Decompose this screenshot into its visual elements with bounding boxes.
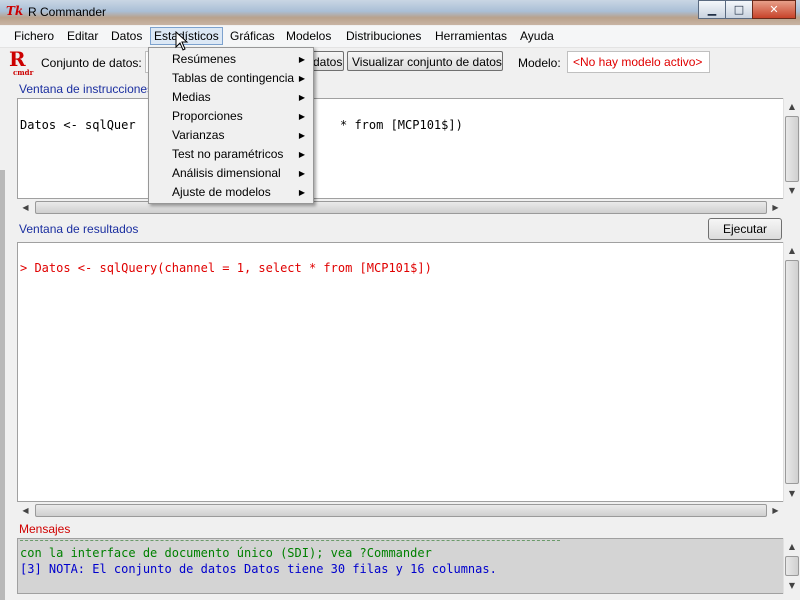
message-line: con la interface de documento único (SDI… [20, 546, 432, 560]
output-window[interactable]: > Datos <- sqlQuery(channel = 1, select … [17, 242, 784, 502]
script-vscroll[interactable]: ▲ ▼ [783, 98, 800, 199]
menu-item-label: Análisis dimensional [172, 166, 281, 180]
scroll-up-icon[interactable]: ▲ [784, 242, 800, 259]
menu-graficas[interactable]: Gráficas [227, 28, 278, 44]
title-bar: Tk R Commander ▁ □ ✕ [0, 0, 800, 25]
output-hscroll[interactable]: ◀ ▶ [17, 502, 784, 519]
scroll-down-icon[interactable]: ▼ [784, 182, 800, 199]
script-line-start: Datos <- sqlQuer [20, 118, 136, 132]
menu-item-label: Ajuste de modelos [172, 185, 271, 199]
view-dataset-button[interactable]: Visualizar conjunto de datos [347, 51, 503, 71]
submenu-arrow-icon: ▶ [298, 150, 305, 159]
messages-hscroll[interactable] [17, 594, 784, 600]
toolbar: R cmdr Conjunto de datos: datos Visualiz… [0, 47, 800, 79]
menu-item-label: Varianzas [172, 128, 225, 142]
menu-distribuciones[interactable]: Distribuciones [343, 28, 424, 44]
menu-datos[interactable]: Datos [108, 28, 145, 44]
stats-dropdown-menu: Resúmenes ▶ Tablas de contingencia ▶ Med… [148, 47, 314, 204]
note-line: [3] NOTA: El conjunto de datos Datos tie… [20, 562, 497, 576]
scroll-thumb[interactable] [785, 556, 799, 576]
stats-menu-no-parametricos[interactable]: Test no paramétricos ▶ [149, 145, 313, 164]
dataset-label: Conjunto de datos: [41, 56, 142, 70]
stats-menu-proporciones[interactable]: Proporciones ▶ [149, 107, 313, 126]
stats-menu-medias[interactable]: Medias ▶ [149, 88, 313, 107]
stats-menu-analisis-dimensional[interactable]: Análisis dimensional ▶ [149, 164, 313, 183]
window-controls: ▁ □ ✕ [698, 0, 796, 19]
scroll-right-icon[interactable]: ▶ [767, 199, 784, 216]
scroll-up-icon[interactable]: ▲ [784, 538, 800, 555]
submenu-arrow-icon: ▶ [298, 93, 305, 102]
menu-editar[interactable]: Editar [64, 28, 101, 44]
scroll-up-icon[interactable]: ▲ [784, 98, 800, 115]
scroll-thumb[interactable] [785, 260, 799, 484]
script-hscroll[interactable]: ◀ ▶ [17, 199, 784, 216]
submenu-arrow-icon: ▶ [298, 188, 305, 197]
menu-item-label: Tablas de contingencia [172, 71, 295, 85]
menu-herramientas[interactable]: Herramientas [432, 28, 510, 44]
submenu-arrow-icon: ▶ [298, 74, 305, 83]
maximize-icon[interactable]: □ [725, 0, 753, 19]
scroll-thumb[interactable] [35, 504, 767, 517]
model-label: Modelo: [518, 56, 561, 70]
submenu-arrow-icon: ▶ [298, 169, 305, 178]
minimize-icon[interactable]: ▁ [698, 0, 726, 19]
menu-item-label: Medias [172, 90, 211, 104]
submenu-arrow-icon: ▶ [298, 55, 305, 64]
messages-window[interactable]: con la interface de documento único (SDI… [17, 538, 784, 594]
stats-menu-varianzas[interactable]: Varianzas ▶ [149, 126, 313, 145]
window-title: R Commander [28, 5, 107, 19]
close-icon[interactable]: ✕ [752, 0, 796, 19]
menu-item-label: Resúmenes [172, 52, 237, 66]
menu-item-label: Proporciones [172, 109, 243, 123]
window-left-edge [0, 170, 5, 600]
script-line-end: * from [MCP101$]) [340, 118, 463, 132]
output-vscroll[interactable]: ▲ ▼ [783, 242, 800, 502]
model-selector[interactable]: <No hay modelo activo> [567, 51, 710, 73]
scroll-thumb[interactable] [35, 201, 767, 214]
menu-bar: Fichero Editar Datos Estadísticos Gráfic… [0, 26, 800, 48]
output-window-label: Ventana de resultados [19, 222, 139, 236]
output-line: > Datos <- sqlQuery(channel = 1, select … [20, 261, 432, 275]
scroll-down-icon[interactable]: ▼ [784, 577, 800, 594]
rcmdr-logo: R cmdr [9, 47, 35, 77]
stats-menu-resumenes[interactable]: Resúmenes ▶ [149, 50, 313, 69]
clipped-previous-line [20, 539, 560, 541]
scroll-thumb[interactable] [785, 116, 799, 182]
menu-modelos[interactable]: Modelos [283, 28, 334, 44]
script-window[interactable]: Datos <- sqlQuer * from [MCP101$]) [17, 98, 784, 199]
script-window-label: Ventana de instrucciones [19, 82, 154, 96]
stats-menu-tablas[interactable]: Tablas de contingencia ▶ [149, 69, 313, 88]
scroll-down-icon[interactable]: ▼ [784, 485, 800, 502]
mouse-cursor-icon [175, 31, 189, 51]
menu-fichero[interactable]: Fichero [11, 28, 57, 44]
scroll-left-icon[interactable]: ◀ [17, 199, 34, 216]
menu-ayuda[interactable]: Ayuda [517, 28, 557, 44]
scroll-right-icon[interactable]: ▶ [767, 502, 784, 519]
messages-vscroll[interactable]: ▲ ▼ [783, 538, 800, 594]
messages-label: Mensajes [19, 522, 71, 536]
scroll-left-icon[interactable]: ◀ [17, 502, 34, 519]
tk-app-icon: Tk [6, 4, 24, 18]
execute-button[interactable]: Ejecutar [708, 218, 782, 240]
submenu-arrow-icon: ▶ [298, 131, 305, 140]
stats-menu-ajuste-modelos[interactable]: Ajuste de modelos ▶ [149, 183, 313, 202]
submenu-arrow-icon: ▶ [298, 112, 305, 121]
menu-item-label: Test no paramétricos [172, 147, 284, 161]
logo-sub: cmdr [13, 68, 34, 77]
